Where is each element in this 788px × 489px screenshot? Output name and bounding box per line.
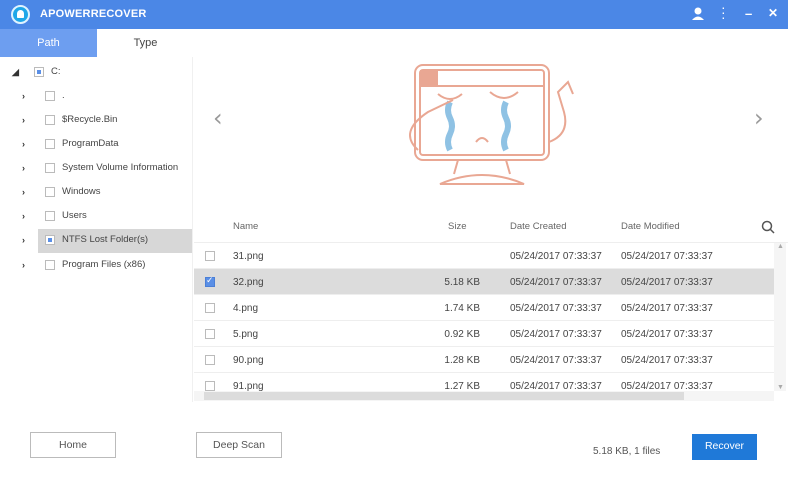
- tree-item[interactable]: ›.: [0, 85, 193, 107]
- close-button[interactable]: ✕: [768, 6, 778, 20]
- tab-path[interactable]: Path: [0, 29, 97, 57]
- checkbox[interactable]: [45, 139, 55, 149]
- date-created: 05/24/2017 07:33:37: [510, 355, 602, 366]
- scroll-up-icon[interactable]: ▲: [777, 243, 784, 250]
- expand-icon[interactable]: ›: [22, 109, 25, 131]
- tree-label: C:: [51, 66, 61, 77]
- expand-icon[interactable]: ›: [22, 85, 25, 107]
- previous-arrow-icon[interactable]: ‹: [213, 104, 223, 132]
- app-logo-icon: [11, 5, 30, 24]
- home-button[interactable]: Home: [30, 432, 116, 458]
- app-title: APOWERRECOVER: [40, 8, 147, 20]
- tree-item[interactable]: › Program Files (x86): [0, 254, 193, 276]
- selection-summary: 5.18 KB, 1 files: [593, 446, 661, 457]
- expand-icon[interactable]: ›: [22, 229, 25, 251]
- checkbox[interactable]: [45, 235, 55, 245]
- tree-item-selected[interactable]: › NTFS Lost Folder(s): [0, 229, 193, 253]
- tree-item[interactable]: › System Volume Information: [0, 157, 193, 179]
- folder-tree: ◢ C: ›. › $Recycle.Bin › ProgramData › Syst…: [0, 57, 193, 402]
- checkbox[interactable]: [45, 187, 55, 197]
- more-menu-icon[interactable]: · · ·: [721, 0, 726, 24]
- date-modified: 05/24/2017 07:33:37: [621, 329, 713, 340]
- file-name: 4.png: [233, 303, 259, 314]
- row-checkbox[interactable]: [205, 355, 215, 365]
- tree-label: NTFS Lost Folder(s): [62, 234, 149, 245]
- table-row[interactable]: 32.png 5.18 KB 05/24/2017 07:33:37 05/24…: [194, 269, 774, 295]
- title-bar: APOWERRECOVER · · · – ✕: [0, 0, 788, 29]
- checkbox[interactable]: [45, 211, 55, 221]
- vertical-scrollbar[interactable]: ▲ ▼: [774, 243, 786, 391]
- date-modified: 05/24/2017 07:33:37: [621, 251, 713, 262]
- tree-root-c[interactable]: ◢ C:: [0, 61, 193, 83]
- expand-icon[interactable]: ›: [22, 254, 25, 276]
- tree-item[interactable]: › Windows: [0, 181, 193, 203]
- file-name: 32.png: [233, 277, 264, 288]
- minimize-button[interactable]: –: [745, 6, 752, 21]
- search-icon[interactable]: [761, 220, 775, 237]
- tab-type[interactable]: Type: [97, 29, 194, 57]
- date-modified: 05/24/2017 07:33:37: [621, 277, 713, 288]
- table-row[interactable]: 90.png 1.28 KB 05/24/2017 07:33:37 05/24…: [194, 347, 774, 373]
- checkbox[interactable]: [45, 163, 55, 173]
- tree-label: System Volume Information: [62, 162, 179, 173]
- recover-button[interactable]: Recover: [692, 434, 757, 460]
- column-date-modified[interactable]: Date Modified: [621, 221, 680, 232]
- date-created: 05/24/2017 07:33:37: [510, 251, 602, 262]
- file-name: 5.png: [233, 329, 259, 340]
- tree-label: Program Files (x86): [62, 259, 146, 270]
- tree-label: ProgramData: [62, 138, 119, 149]
- deep-scan-button[interactable]: Deep Scan: [196, 432, 282, 458]
- tree-item[interactable]: › $Recycle.Bin: [0, 109, 193, 131]
- collapse-icon[interactable]: ◢: [12, 61, 19, 83]
- date-created: 05/24/2017 07:33:37: [510, 329, 602, 340]
- date-modified: 05/24/2017 07:33:37: [621, 355, 713, 366]
- table-row[interactable]: 4.png 1.74 KB 05/24/2017 07:33:37 05/24/…: [194, 295, 774, 321]
- user-icon[interactable]: [692, 7, 704, 23]
- file-name: 90.png: [233, 355, 264, 366]
- checkbox[interactable]: [45, 115, 55, 125]
- crying-monitor-illustration: [398, 62, 584, 193]
- tree-label: Users: [62, 210, 87, 221]
- date-created: 05/24/2017 07:33:37: [510, 277, 602, 288]
- row-checkbox[interactable]: [205, 303, 215, 313]
- file-name: 31.png: [233, 251, 264, 262]
- row-checkbox[interactable]: [205, 251, 215, 261]
- file-size: 5.18 KB: [444, 277, 480, 288]
- next-arrow-icon[interactable]: ›: [754, 104, 764, 132]
- checkbox[interactable]: [34, 67, 44, 77]
- row-checkbox[interactable]: [205, 275, 215, 287]
- row-checkbox[interactable]: [205, 381, 215, 391]
- column-date-created[interactable]: Date Created: [510, 221, 567, 232]
- expand-icon[interactable]: ›: [22, 157, 25, 179]
- date-created: 05/24/2017 07:33:37: [510, 303, 602, 314]
- file-table-header: Name Size Date Created Date Modified: [194, 210, 788, 243]
- column-name[interactable]: Name: [233, 221, 258, 232]
- scroll-down-icon[interactable]: ▼: [777, 384, 784, 391]
- expand-icon[interactable]: ›: [22, 205, 25, 227]
- checkbox[interactable]: [45, 91, 55, 101]
- scrollbar-thumb[interactable]: [204, 392, 684, 400]
- table-row[interactable]: 5.png 0.92 KB 05/24/2017 07:33:37 05/24/…: [194, 321, 774, 347]
- tree-label: $Recycle.Bin: [62, 114, 118, 125]
- tree-item[interactable]: › Users: [0, 205, 193, 227]
- checkbox[interactable]: [45, 260, 55, 270]
- date-modified: 05/24/2017 07:33:37: [621, 303, 713, 314]
- table-row[interactable]: 31.png 05/24/2017 07:33:37 05/24/2017 07…: [194, 243, 774, 269]
- file-size: 0.92 KB: [444, 329, 480, 340]
- tree-label: Windows: [62, 186, 101, 197]
- row-checkbox[interactable]: [205, 329, 215, 339]
- file-size: 1.74 KB: [444, 303, 480, 314]
- horizontal-scrollbar[interactable]: [194, 391, 774, 401]
- expand-icon[interactable]: ›: [22, 181, 25, 203]
- expand-icon[interactable]: ›: [22, 133, 25, 155]
- tree-label: .: [62, 90, 65, 101]
- tree-item[interactable]: › ProgramData: [0, 133, 193, 155]
- column-size[interactable]: Size: [448, 221, 466, 232]
- file-size: 1.28 KB: [444, 355, 480, 366]
